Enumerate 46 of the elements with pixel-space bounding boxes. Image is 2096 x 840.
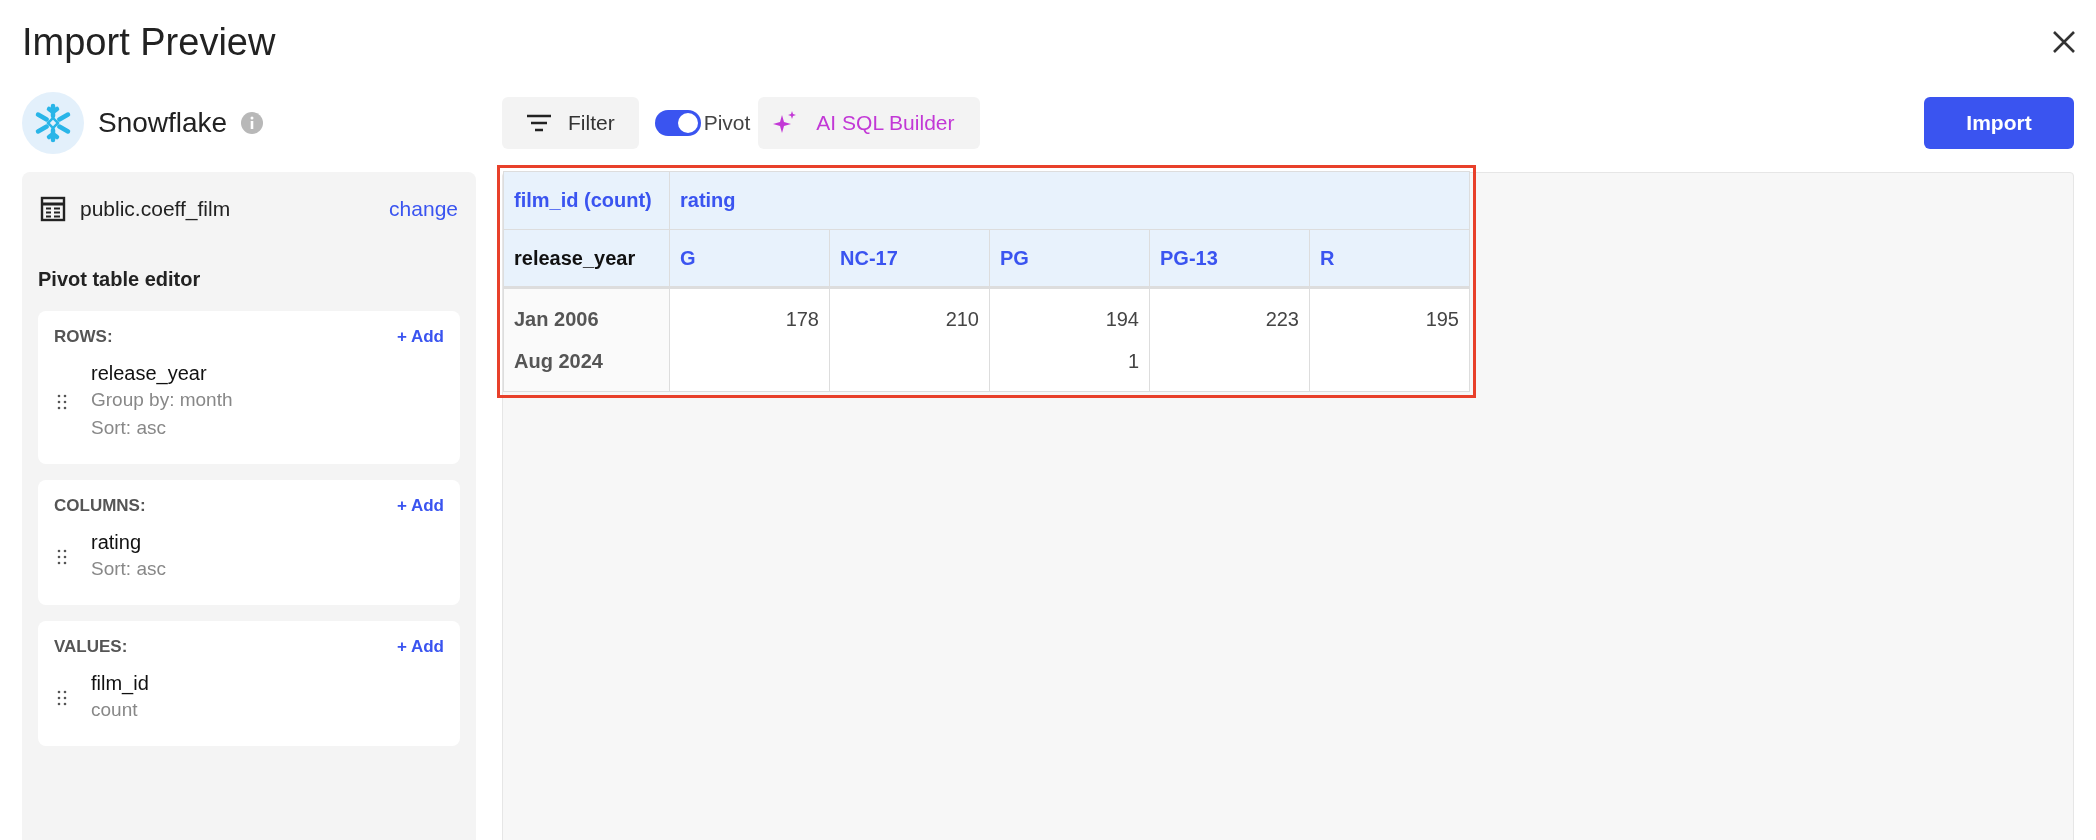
table-cell: 223 [1265,307,1299,330]
filter-button[interactable]: Filter [502,97,639,149]
column-header: G [669,229,830,288]
window-title: Import Preview [22,20,276,64]
drag-handle-icon[interactable] [57,689,67,706]
table-cell: 210 [945,307,979,330]
column-header: NC-17 [829,229,990,288]
section-title: ROWS: [54,327,113,347]
ai-sql-builder-button[interactable]: AI SQL Builder [758,97,981,149]
add-link[interactable]: + Add [396,637,444,657]
table-header: film_id (count) [503,171,670,230]
snowflake-logo-icon [22,92,84,154]
pivot-toggle[interactable] [654,110,701,136]
section-title: COLUMNS: [54,496,146,516]
row-label: Aug 2024 [503,339,670,392]
field-detail: Group by: month [91,388,233,412]
table-icon [40,196,66,222]
section-title: VALUES: [54,637,128,657]
table-header: rating [669,171,1470,230]
field-detail: Sort: asc [91,416,167,440]
column-header: PG [989,229,1150,288]
change-link[interactable]: change [389,197,458,221]
import-button[interactable]: Import [1924,97,2074,149]
table-cell: 195 [1425,307,1459,330]
pivot-label: Pivot [703,111,751,135]
source-name: Snowflake [98,107,228,139]
close-icon [2052,30,2076,54]
table-cell: 1 [1127,349,1139,372]
field-detail: Sort: asc [91,557,166,581]
field-name: release_year [91,361,208,386]
drag-handle-icon[interactable] [57,393,67,410]
table-header: release_year [503,229,670,288]
table-name: public.coeff_film [80,197,232,221]
table-cell: 178 [785,307,819,330]
add-link[interactable]: + Add [396,327,444,347]
field-detail: count [91,698,139,722]
field-name: rating [91,530,143,555]
column-header: PG-13 [1149,229,1310,288]
editor-title: Pivot table editor [38,268,202,291]
field-name: film_id [91,671,149,696]
add-link[interactable]: + Add [396,496,444,516]
drag-handle-icon[interactable] [57,548,67,565]
filter-icon [526,113,552,133]
table-cell: 194 [1105,307,1139,330]
row-label: Jan 2006 [503,287,670,340]
column-header: R [1309,229,1470,288]
